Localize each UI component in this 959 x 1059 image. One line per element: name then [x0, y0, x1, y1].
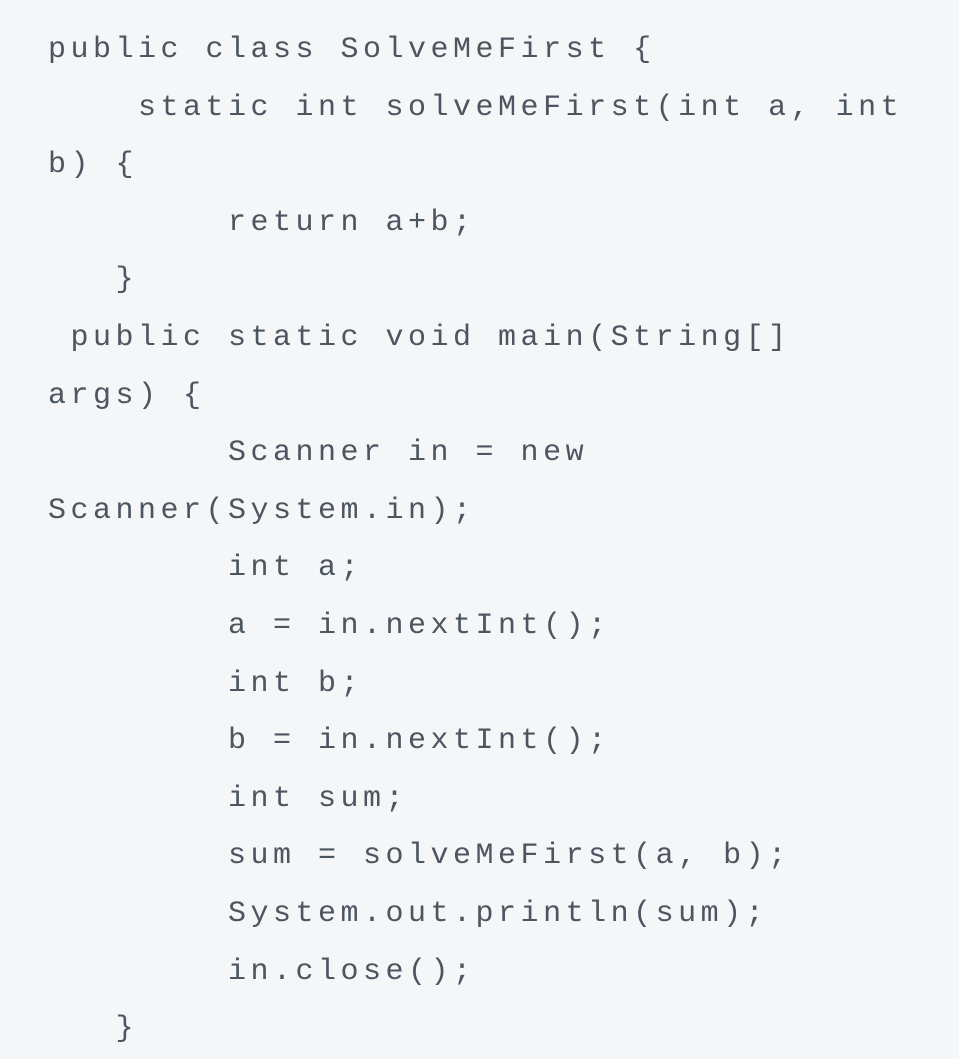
code-line: }: [48, 263, 139, 298]
code-line: sum = solveMeFirst(a, b);: [48, 839, 791, 874]
code-line: b = in.nextInt();: [48, 724, 611, 759]
code-line: int sum;: [48, 781, 409, 816]
code-block: public class SolveMeFirst { static int s…: [0, 0, 959, 1048]
code-line: return a+b;: [48, 205, 476, 240]
code-line: public static void main(String[]: [48, 320, 791, 355]
code-line: Scanner in = new: [48, 436, 589, 471]
code-line: Scanner(System.in);: [48, 493, 476, 528]
code-line: static int solveMeFirst(int a, int: [48, 90, 904, 125]
code-line: System.out.println(sum);: [48, 896, 769, 931]
code-line: a = in.nextInt();: [48, 608, 611, 643]
code-line: args) {: [48, 378, 206, 413]
code-line: int a;: [48, 551, 364, 586]
code-line: public class SolveMeFirst {: [48, 33, 656, 67]
code-line: }: [48, 1012, 139, 1047]
code-line: int b;: [48, 666, 364, 701]
code-line: in.close();: [48, 954, 476, 989]
code-line: b) {: [48, 148, 139, 183]
